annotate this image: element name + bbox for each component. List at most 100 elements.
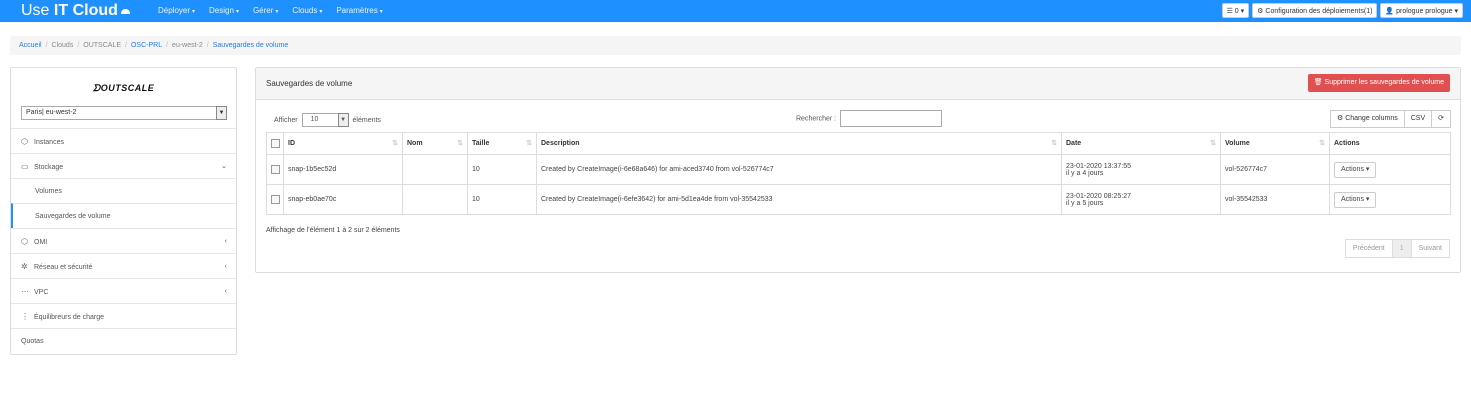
pagination: Précédent 1 Suivant bbox=[1344, 239, 1450, 258]
page-length-select[interactable]: 10 ▼ bbox=[301, 113, 349, 127]
search-control: Rechercher : bbox=[796, 110, 943, 128]
brand-logo[interactable]: Use IT Cloud bbox=[21, 2, 130, 20]
col-description[interactable]: Description ⇅ bbox=[536, 132, 1062, 155]
breadcrumb-accueil[interactable]: Accueil bbox=[19, 42, 42, 49]
cell-date-ago: il y a 5 jours bbox=[1066, 199, 1104, 207]
cell-date-ago: il y a 4 jours bbox=[1066, 169, 1104, 177]
show-prefix: Afficher bbox=[274, 116, 298, 124]
tasks-count: 0 bbox=[1234, 8, 1239, 15]
col-volume[interactable]: Volume ⇅ bbox=[1220, 132, 1330, 155]
col-nom[interactable]: Nom ⇅ bbox=[402, 132, 468, 155]
sort-icon: ⇅ bbox=[1051, 140, 1057, 147]
outscale-logo: ᗤOUTSCALE bbox=[11, 83, 236, 94]
search-input[interactable] bbox=[840, 110, 943, 127]
delete-snapshots-button[interactable]: 🗑 Supprimer les sauvegardes de volume bbox=[1307, 74, 1450, 92]
row-checkbox[interactable] bbox=[270, 195, 280, 204]
user-menu-button[interactable]: 👤 prologue prologue ▾ bbox=[1380, 3, 1463, 18]
main-menu: Déployer ▾ Design ▾ Gérer ▾ Clouds ▾ Paramèt… bbox=[158, 0, 397, 22]
breadcrumb-osc[interactable]: OSC-PRL bbox=[131, 42, 162, 49]
sidebar-item-quotas[interactable]: Quotas bbox=[11, 328, 236, 353]
cell-taille: 10 bbox=[467, 154, 537, 185]
vpc-icon: ⋯ bbox=[21, 287, 29, 296]
caret-down-icon: ▾ bbox=[319, 9, 323, 15]
region-select-value: Paris| eu-west-2 bbox=[26, 109, 77, 116]
sidebar-item-label: Stockage bbox=[34, 164, 64, 171]
cell-date: 23-01-2020 13:37:55 il y a 4 jours bbox=[1061, 154, 1221, 185]
chevron-left-icon: ‹ bbox=[224, 263, 227, 270]
caret-down-icon: ▾ bbox=[275, 9, 279, 15]
sidebar-item-sauvegardes[interactable]: Sauvegardes de volume bbox=[11, 203, 236, 228]
sidebar-item-vpc[interactable]: ⋯ VPC ‹ bbox=[11, 278, 236, 303]
row-actions-button[interactable]: Actions ▾ bbox=[1334, 161, 1377, 178]
breadcrumb-current[interactable]: Sauvegardes de volume bbox=[213, 42, 289, 49]
col-date[interactable]: Date ⇅ bbox=[1061, 132, 1221, 155]
sidebar-item-label: Volumes bbox=[35, 188, 62, 195]
next-page-button[interactable]: Suivant bbox=[1410, 239, 1450, 258]
tasks-button[interactable]: ☰ 0 ▾ bbox=[1221, 3, 1250, 18]
cell-date-value: 23-01-2020 13:37:55 bbox=[1066, 162, 1131, 170]
change-columns-label: Change columns bbox=[1345, 115, 1398, 122]
page-1-button[interactable]: 1 bbox=[1391, 239, 1412, 258]
nav-gerer-label: Gérer bbox=[252, 6, 274, 15]
show-suffix: éléments bbox=[352, 116, 381, 124]
col-date-label: Date bbox=[1066, 140, 1082, 147]
select-all-checkbox[interactable] bbox=[270, 139, 280, 148]
caret-down-icon: ▾ bbox=[1365, 165, 1370, 173]
dropdown-arrow-icon[interactable]: ▼ bbox=[337, 113, 349, 127]
cell-taille: 10 bbox=[467, 184, 537, 215]
nav-gerer[interactable]: Gérer ▾ bbox=[253, 0, 278, 22]
chevron-left-icon: ‹ bbox=[224, 238, 227, 245]
breadcrumb-sep: / bbox=[77, 42, 80, 49]
sidebar-item-stockage[interactable]: ▭ Stockage ⌄ bbox=[11, 153, 236, 178]
cell-nom bbox=[402, 184, 468, 215]
ds-logo-icon: ᗤ bbox=[92, 83, 101, 93]
sidebar-item-equilibreurs[interactable]: ⋮ Équilibreurs de charge bbox=[11, 303, 236, 328]
caret-down-icon: ▾ bbox=[1454, 8, 1458, 15]
col-taille[interactable]: Taille ⇅ bbox=[467, 132, 537, 155]
page-length-value: 10 bbox=[310, 116, 319, 123]
caret-down-icon: ▾ bbox=[379, 9, 383, 15]
nav-design-label: Design bbox=[209, 6, 234, 15]
row-checkbox[interactable] bbox=[270, 165, 280, 174]
dropdown-arrow-icon[interactable]: ▼ bbox=[216, 106, 227, 120]
cell-date: 23-01-2020 08:25:27 il y a 5 jours bbox=[1061, 184, 1221, 215]
cell-nom bbox=[402, 154, 468, 185]
page-length-control: Afficher 10 ▼ éléments bbox=[274, 113, 381, 128]
col-id[interactable]: ID ⇅ bbox=[283, 132, 403, 155]
csv-button[interactable]: CSV bbox=[1403, 110, 1433, 128]
sort-icon: ⇅ bbox=[1210, 140, 1216, 147]
sidebar-item-label: Équilibreurs de charge bbox=[34, 314, 105, 321]
table-header-row: ID ⇅ Nom ⇅ Taille ⇅ Description ⇅ Date ⇅ Volu… bbox=[266, 132, 1451, 155]
nav-design[interactable]: Design ▾ bbox=[209, 0, 239, 22]
sidebar-item-reseau[interactable]: ✲ Réseau et sécurité ‹ bbox=[11, 253, 236, 278]
sort-icon: ⇅ bbox=[457, 140, 463, 147]
deploy-config-button[interactable]: ⚙ Configuration des déploiements(1) bbox=[1252, 3, 1378, 18]
nav-deployer[interactable]: Déployer ▾ bbox=[158, 0, 195, 22]
brand-bold: IT Cloud bbox=[53, 2, 118, 19]
sidebar-item-label: Quotas bbox=[21, 338, 44, 345]
change-columns-button[interactable]: ⚙ Change columns bbox=[1329, 110, 1405, 128]
gear-icon: ⚙ bbox=[1257, 8, 1264, 15]
network-icon: ✲ bbox=[21, 262, 28, 271]
nav-parametres[interactable]: Paramètres ▾ bbox=[336, 0, 382, 22]
sort-icon: ⇅ bbox=[526, 140, 532, 147]
row-actions-button[interactable]: Actions ▾ bbox=[1334, 191, 1377, 208]
refresh-icon: ⟳ bbox=[1438, 115, 1444, 122]
cell-actions: Actions ▾ bbox=[1329, 154, 1451, 185]
nav-clouds[interactable]: Clouds ▾ bbox=[292, 0, 322, 22]
table-row: snap-eb0ae70c 10 Created by CreateImage(… bbox=[266, 184, 1451, 215]
sidebar-item-label: OMI bbox=[34, 239, 48, 246]
refresh-button[interactable]: ⟳ bbox=[1431, 110, 1451, 128]
prev-page-button[interactable]: Précédent bbox=[1344, 239, 1393, 258]
breadcrumb: Accueil / Clouds / OUTSCALE / OSC-PRL / eu-west-… bbox=[10, 36, 1461, 55]
gear-icon: ⚙ bbox=[1336, 115, 1344, 122]
nav-clouds-label: Clouds bbox=[292, 6, 318, 15]
breadcrumb-clouds: Clouds bbox=[51, 42, 74, 49]
panel-title: Sauvegardes de volume bbox=[266, 79, 353, 88]
region-select[interactable]: Paris| eu-west-2 ▼ bbox=[21, 106, 227, 120]
sidebar-item-instances[interactable]: ⬡ Instances bbox=[11, 128, 236, 153]
sidebar-item-omi[interactable]: ⬡ OMI ‹ bbox=[11, 228, 236, 253]
breadcrumb-sep: / bbox=[206, 42, 209, 49]
col-id-label: ID bbox=[288, 140, 295, 147]
sidebar-item-volumes[interactable]: Volumes bbox=[11, 178, 236, 203]
